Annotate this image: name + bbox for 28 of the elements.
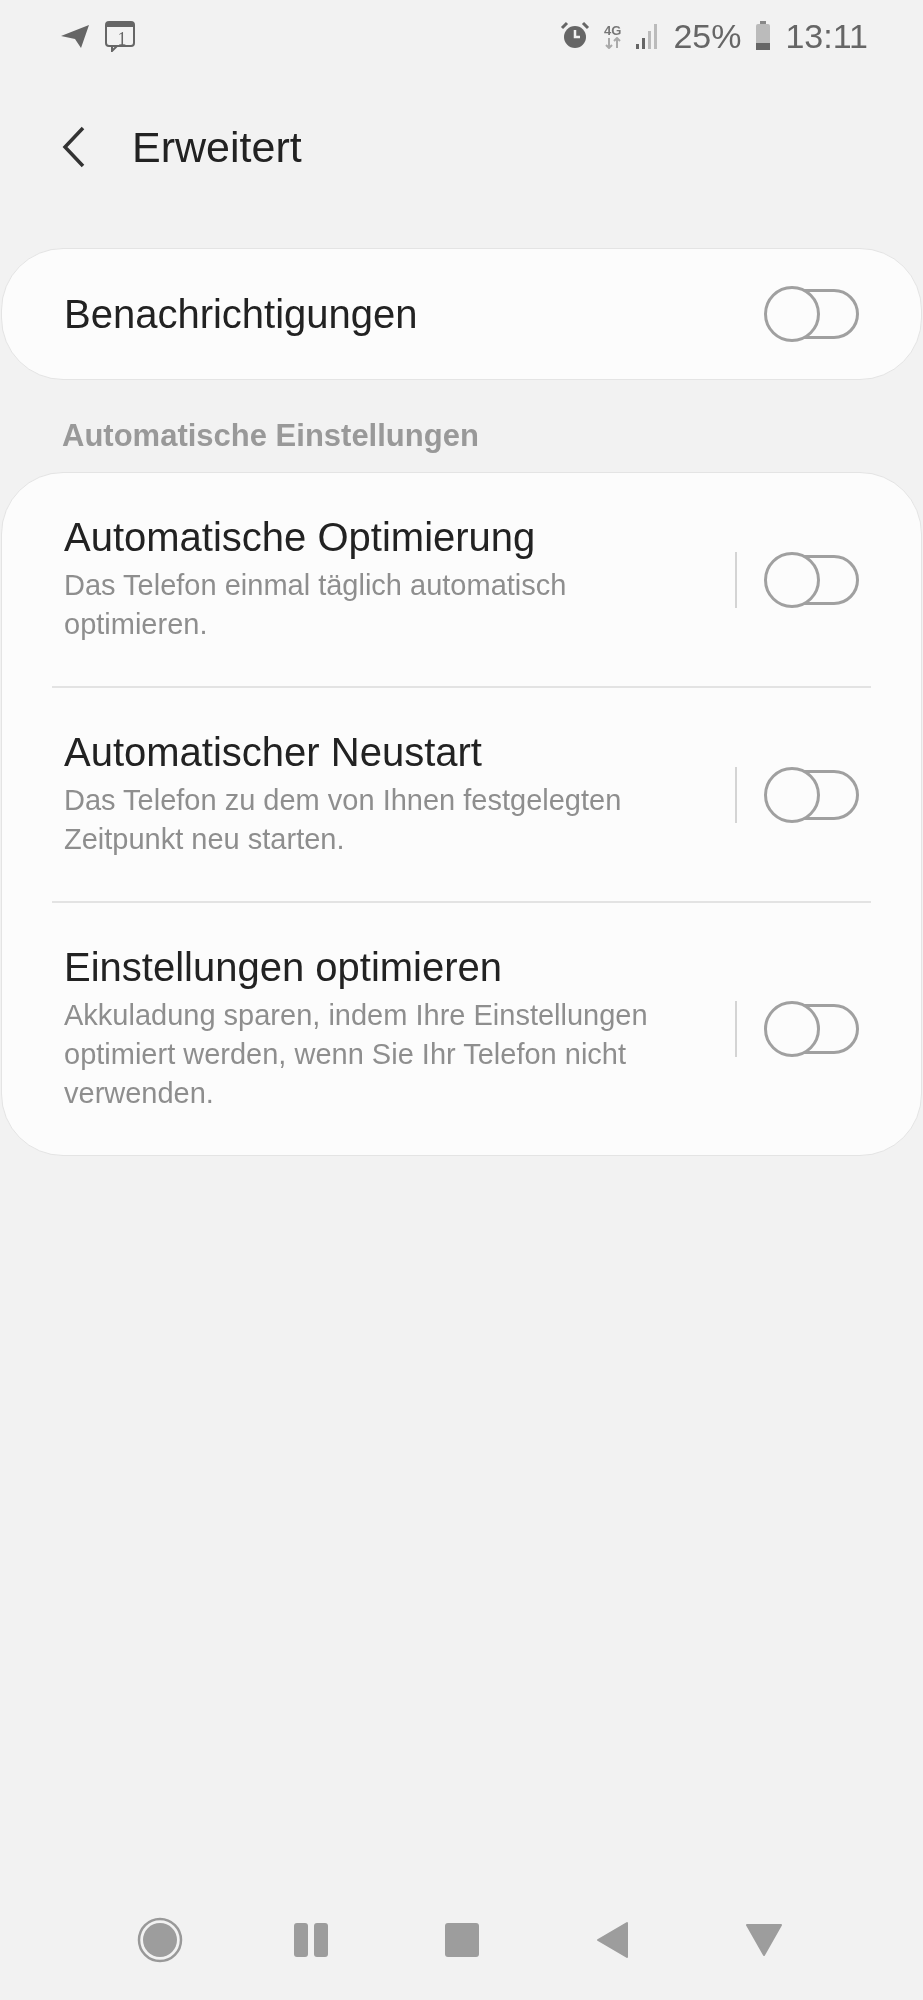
notification-count: 1 bbox=[116, 28, 128, 50]
back-triangle-icon[interactable] bbox=[596, 1921, 629, 1959]
setting-description: Das Telefon zu dem von Ihnen festgelegten Zeitpunkt neu starten. bbox=[64, 783, 623, 857]
paper-plane-icon bbox=[60, 23, 90, 49]
setting-title: Einstellungen optimieren bbox=[64, 945, 504, 990]
battery-icon bbox=[755, 21, 772, 51]
stop-icon[interactable] bbox=[444, 1923, 479, 1957]
section-title: Automatische Einstellungen bbox=[61, 417, 480, 455]
clock-time: 13:11 bbox=[785, 16, 868, 56]
page-title: Erweitert bbox=[132, 122, 302, 172]
setting-description: Das Telefon einmal täglich automatisch optimieren. bbox=[64, 568, 568, 642]
pause-icon[interactable] bbox=[292, 1922, 329, 1958]
toggle-switch[interactable] bbox=[767, 289, 859, 339]
setting-description: Akkuladung sparen, indem Ihre Einstellungen optimiert werden, wenn Sie Ihr Telefon nicht verwenden. bbox=[64, 998, 649, 1111]
toggle-switch[interactable] bbox=[767, 1004, 859, 1054]
message-icon bbox=[104, 20, 136, 52]
toggle-switch[interactable] bbox=[767, 554, 859, 605]
setting-title: Benachrichtigungen bbox=[64, 291, 419, 337]
network-type: 4G bbox=[604, 23, 622, 49]
back-icon[interactable] bbox=[62, 126, 86, 168]
alarm-icon bbox=[560, 21, 591, 51]
signal-icon bbox=[635, 22, 660, 50]
battery-percent: 25% bbox=[673, 16, 742, 56]
setting-title: Automatische Optimierung bbox=[64, 515, 537, 560]
circle-icon[interactable] bbox=[136, 1917, 183, 1963]
down-triangle-icon[interactable] bbox=[744, 1923, 783, 1957]
toggle-switch[interactable] bbox=[767, 769, 859, 820]
setting-title: Automatischer Neustart bbox=[64, 730, 483, 775]
